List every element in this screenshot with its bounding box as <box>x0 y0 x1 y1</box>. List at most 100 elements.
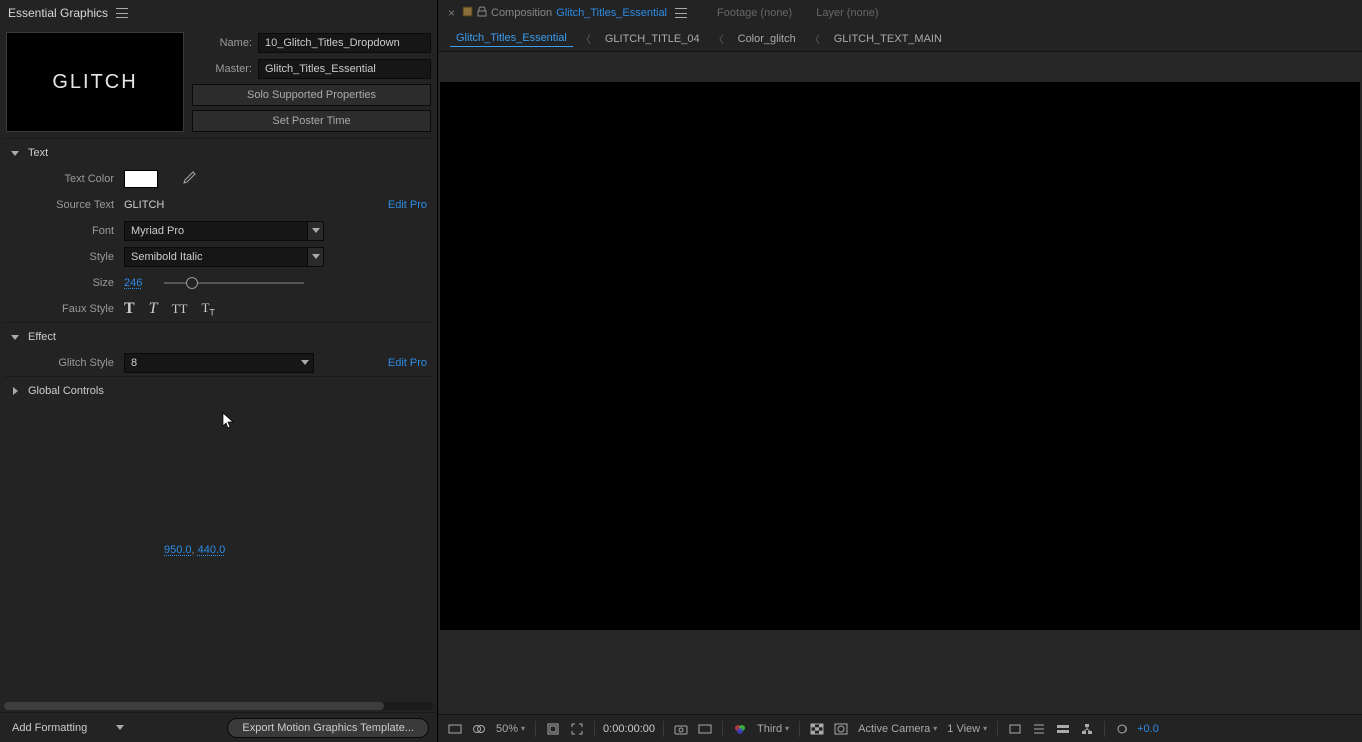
group-title-text: Text <box>28 147 48 159</box>
chevron-down-icon <box>10 332 20 342</box>
composition-name: Glitch_Titles_Essential <box>556 7 667 19</box>
all-caps-button[interactable]: TT <box>172 301 188 317</box>
composition-tab[interactable]: × Composition Glitch_Titles_Essential <box>442 0 693 26</box>
timeline-icon[interactable] <box>1054 720 1072 738</box>
source-text-value[interactable]: GLITCH <box>124 199 164 211</box>
coord-x[interactable]: 950.0 <box>164 544 192 556</box>
source-text-row: Source Text GLITCH Edit Pro <box>4 192 433 218</box>
chevron-down-icon: ▾ <box>933 724 937 733</box>
pixel-aspect-icon[interactable] <box>1006 720 1024 738</box>
group-title-effect: Effect <box>28 331 56 343</box>
text-color-swatch[interactable] <box>124 170 158 188</box>
chevron-left-icon: 〈 <box>810 31 820 46</box>
snapshot-icon[interactable] <box>672 720 690 738</box>
exposure-value[interactable]: +0.0 <box>1137 723 1159 735</box>
faux-style-buttons: T T TT TT <box>124 300 215 318</box>
poster-thumbnail[interactable]: GLITCH <box>6 32 184 132</box>
essential-graphics-panel: Essential Graphics GLITCH Name: Master: … <box>0 0 438 742</box>
font-select[interactable]: Myriad Pro <box>124 221 324 241</box>
scrollbar-thumb[interactable] <box>4 702 384 710</box>
view-select[interactable]: 1 View ▾ <box>945 723 989 735</box>
chevron-down-icon <box>307 248 323 266</box>
font-label: Font <box>34 225 114 237</box>
add-formatting-select[interactable]: Add Formatting <box>8 719 128 737</box>
source-text-label: Source Text <box>34 199 114 211</box>
text-color-label: Text Color <box>34 173 114 185</box>
style-label: Style <box>34 251 114 263</box>
quality-value: Third <box>757 723 782 735</box>
composition-canvas[interactable] <box>440 82 1360 630</box>
chevron-down-icon: ▾ <box>521 724 525 733</box>
faux-style-row: Faux Style T T TT TT <box>4 296 433 322</box>
fast-previews-icon[interactable] <box>1030 720 1048 738</box>
set-poster-time-button[interactable]: Set Poster Time <box>192 110 431 132</box>
flowchart-icon[interactable] <box>1078 720 1096 738</box>
close-icon[interactable]: × <box>448 6 458 20</box>
magnification-icon[interactable] <box>446 720 464 738</box>
name-input[interactable] <box>258 33 431 53</box>
meta-area: GLITCH Name: Master: Solo Supported Prop… <box>0 26 437 138</box>
tab-menu-icon[interactable] <box>675 8 687 18</box>
panel-menu-icon[interactable] <box>116 8 128 18</box>
font-value: Myriad Pro <box>131 225 184 237</box>
channel-icon[interactable] <box>731 720 749 738</box>
style-select[interactable]: Semibold Italic <box>124 247 324 267</box>
separator <box>722 721 723 737</box>
text-color-row: Text Color <box>4 166 433 192</box>
timecode-value[interactable]: 0:00:00:00 <box>603 723 655 735</box>
export-mogrt-button[interactable]: Export Motion Graphics Template... <box>227 718 429 738</box>
chevron-right-icon <box>10 386 20 396</box>
breadcrumb-item[interactable]: Glitch_Titles_Essential <box>450 30 573 47</box>
footage-tab[interactable]: Footage (none) <box>697 7 792 19</box>
eyedropper-icon[interactable] <box>180 171 196 187</box>
chevron-left-icon: 〈 <box>581 31 591 46</box>
transparency-grid-icon[interactable] <box>808 720 826 738</box>
zoom-select[interactable]: 50% ▾ <box>494 723 527 735</box>
master-input[interactable] <box>258 59 431 79</box>
size-value[interactable]: 246 <box>124 277 142 289</box>
alpha-icon[interactable] <box>470 720 488 738</box>
resolution-icon[interactable] <box>544 720 562 738</box>
group-header-effect[interactable]: Effect <box>4 322 433 350</box>
glitch-style-select[interactable]: 8 <box>124 353 314 373</box>
camera-select[interactable]: Active Camera ▾ <box>856 723 939 735</box>
solo-supported-button[interactable]: Solo Supported Properties <box>192 84 431 106</box>
slider-thumb[interactable] <box>186 277 198 289</box>
glitch-style-row: Glitch Style 8 Edit Pro <box>4 350 433 376</box>
coordinate-row: 950.0, 440.0 <box>4 544 433 556</box>
quality-select[interactable]: Third ▾ <box>755 723 791 735</box>
group-header-global[interactable]: Global Controls <box>4 376 433 404</box>
separator <box>1104 721 1105 737</box>
mask-icon[interactable] <box>832 720 850 738</box>
size-label: Size <box>34 277 114 289</box>
viewer-area <box>438 52 1362 714</box>
horizontal-scrollbar[interactable] <box>4 702 433 710</box>
size-slider[interactable] <box>164 282 304 284</box>
edit-properties-link-effect[interactable]: Edit Pro <box>388 357 433 369</box>
separator <box>997 721 998 737</box>
faux-bold-button[interactable]: T <box>124 300 135 318</box>
breadcrumb-item[interactable]: GLITCH_TITLE_04 <box>599 31 706 47</box>
reset-exposure-icon[interactable] <box>1113 720 1131 738</box>
group-header-text[interactable]: Text <box>4 138 433 166</box>
layer-tab[interactable]: Layer (none) <box>796 7 878 19</box>
edit-properties-link-text[interactable]: Edit Pro <box>388 199 433 211</box>
faux-italic-button[interactable]: T <box>149 300 158 318</box>
comp-tab-icon <box>462 6 473 20</box>
coord-y[interactable]: 440.0 <box>198 544 226 556</box>
roi-icon[interactable] <box>568 720 586 738</box>
glitch-style-label: Glitch Style <box>34 357 114 369</box>
panel-title: Essential Graphics <box>8 6 108 20</box>
viewer-toolbar: 50% ▾ 0:00:00:00 Third ▾ Active Camera ▾… <box>438 714 1362 742</box>
style-value: Semibold Italic <box>131 251 203 263</box>
panel-header: Essential Graphics <box>0 0 437 26</box>
viewer-tabs: × Composition Glitch_Titles_Essential Fo… <box>438 0 1362 26</box>
lock-icon[interactable] <box>477 6 487 20</box>
show-snapshot-icon[interactable] <box>696 720 714 738</box>
breadcrumb-item[interactable]: GLITCH_TEXT_MAIN <box>828 31 948 47</box>
chevron-down-icon <box>10 148 20 158</box>
chevron-down-icon <box>307 222 323 240</box>
breadcrumb-item[interactable]: Color_glitch <box>732 31 802 47</box>
properties-list: Text Text Color Source Text GLITCH Edit … <box>0 138 437 702</box>
small-caps-button[interactable]: TT <box>201 300 214 318</box>
